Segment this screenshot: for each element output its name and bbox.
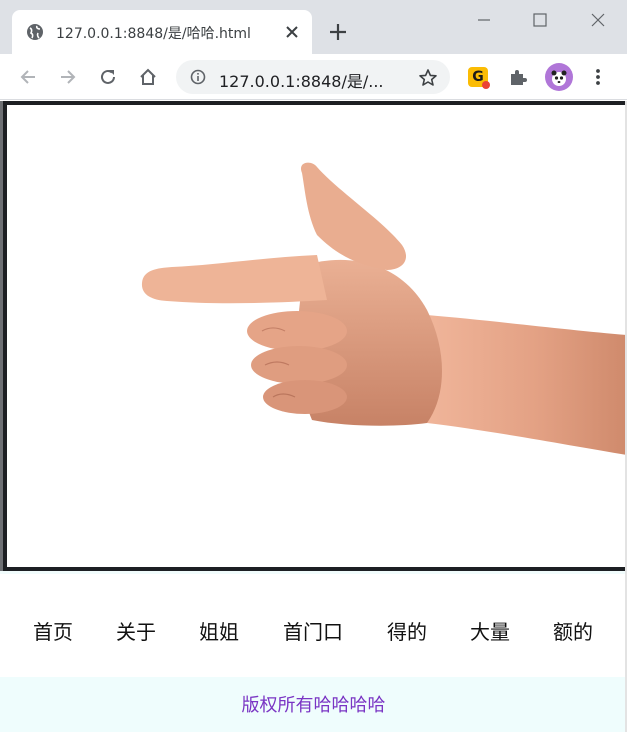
extension-notification-dot	[482, 81, 490, 89]
url-text[interactable]: 127.0.0.1:8848/是/...	[219, 68, 384, 92]
nav-item-sister[interactable]: 姐姐	[199, 616, 239, 645]
main-nav: 首页 关于 姐姐 首门口 得的 大量 额的	[0, 571, 627, 677]
copyright-text: 版权所有哈哈哈哈	[241, 695, 386, 716]
hand-pointing-image	[3, 101, 627, 571]
nav-item-e[interactable]: 额的	[553, 616, 593, 645]
browser-toolbar: 127.0.0.1:8848/是/... G	[0, 54, 627, 100]
home-icon[interactable]	[137, 66, 159, 88]
browser-titlebar: 127.0.0.1:8848/是/哈哈.html	[0, 0, 627, 54]
plus-icon[interactable]	[328, 22, 348, 42]
puzzle-icon[interactable]	[507, 66, 529, 88]
extension-g-icon[interactable]: G	[468, 67, 490, 89]
avatar[interactable]	[545, 63, 573, 91]
footer: 版权所有哈哈哈哈	[0, 677, 627, 732]
nav-item-about[interactable]: 关于	[116, 616, 156, 645]
nav-item-doorway[interactable]: 首门口	[283, 616, 343, 645]
page-viewport: 首页 关于 姐姐 首门口 得的 大量 额的 版权所有哈哈哈哈	[0, 101, 627, 732]
browser-tab[interactable]: 127.0.0.1:8848/是/哈哈.html	[12, 10, 312, 54]
minimize-icon[interactable]	[474, 10, 494, 30]
address-bar[interactable]: 127.0.0.1:8848/是/...	[176, 60, 450, 94]
hand-illustration	[141, 162, 627, 455]
panda-avatar-icon	[551, 70, 567, 86]
nav-item-home[interactable]: 首页	[33, 616, 73, 645]
close-icon[interactable]	[284, 24, 300, 40]
window-close-icon[interactable]	[588, 10, 608, 30]
globe-icon	[27, 24, 43, 40]
nav-item-large[interactable]: 大量	[470, 616, 510, 645]
maximize-icon[interactable]	[530, 10, 550, 30]
arrow-left-icon[interactable]	[17, 66, 39, 88]
kebab-icon[interactable]	[590, 66, 606, 88]
arrow-right-icon[interactable]	[57, 66, 79, 88]
nav-item-de[interactable]: 得的	[387, 616, 427, 645]
info-icon[interactable]	[190, 69, 206, 85]
tab-title: 127.0.0.1:8848/是/哈哈.html	[56, 26, 251, 42]
reload-icon[interactable]	[97, 66, 119, 88]
star-icon[interactable]	[418, 68, 438, 88]
